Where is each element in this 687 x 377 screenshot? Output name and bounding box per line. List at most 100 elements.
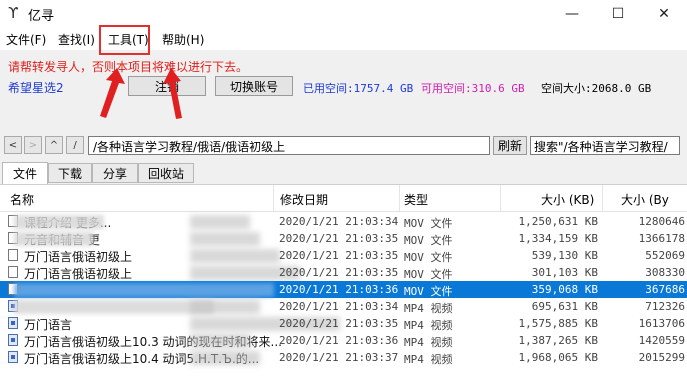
file-list: 名称 修改日期 类型 大小 (KB) 大小 (By 课程介绍 更多...2020…	[0, 184, 687, 377]
file-type: MOV 文件	[404, 268, 453, 281]
modified-date: 2020/1/21 21:03:35	[279, 266, 399, 279]
table-row[interactable]: 万门语言俄语初级上 2020/1/21 21:03:35 MOV 文件 539,130…	[0, 247, 687, 264]
file-type: MOV 文件	[404, 234, 453, 247]
used-space: 已用空间:1757.4 GB	[303, 82, 414, 95]
file-size-bytes: 712326	[645, 300, 685, 313]
file-name: 万门语言	[24, 318, 73, 332]
col-divider[interactable]	[602, 185, 603, 211]
menu-find[interactable]: 查找(I)	[58, 31, 95, 48]
path-input[interactable]: /各种语言学习教程/俄语/俄语初级上	[88, 136, 490, 155]
col-type[interactable]: 类型	[404, 191, 428, 208]
table-row[interactable]: 万门语言俄语初级上 2020/1/21 21:03:35 MOV 文件 301,103…	[0, 264, 687, 281]
arrow-right-icon	[163, 68, 182, 119]
window-title: 亿寻	[28, 9, 55, 24]
file-type: MP4 视频	[404, 302, 453, 315]
table-row[interactable]: 2020/1/21 21:03:36 MOV 文件 359,068 KB 367686	[0, 281, 687, 298]
account-name: 希望星选2	[8, 81, 64, 95]
search-input[interactable]: 搜索"/各种语言学习教程/	[530, 136, 680, 155]
navigation-bar: < > ^ / /各种语言学习教程/俄语/俄语初级上 刷新 搜索"/各种语言学习…	[0, 135, 687, 157]
tab-recycle-bin[interactable]: 回收站	[138, 163, 194, 183]
tab-bar: 文件 下载 分享 回收站	[0, 162, 687, 185]
up-button[interactable]: ^	[45, 136, 63, 154]
logo-icon: ϒ	[8, 4, 19, 22]
redaction-blur	[14, 283, 274, 297]
table-row[interactable]: 万门语言俄语初级上10.4 动词5.Н.Т.Ъ.的... 2020/1/21 21…	[0, 349, 687, 366]
redaction-blur	[14, 300, 214, 314]
menu-file[interactable]: 文件(F)	[6, 31, 46, 48]
file-size-bytes: 552069	[645, 249, 685, 262]
redaction-blur	[190, 334, 250, 348]
file-name: 万门语言俄语初级上	[24, 250, 133, 264]
col-size-bytes[interactable]: 大小 (By	[621, 191, 669, 208]
modified-date: 2020/1/21 21:03:36	[279, 334, 399, 347]
file-size-kb: 301,103 KB	[531, 266, 598, 279]
refresh-button[interactable]: 刷新	[493, 136, 527, 155]
col-size-kb[interactable]: 大小 (KB)	[541, 191, 594, 208]
file-type: MP4 视频	[404, 353, 453, 366]
total-space: 空间大小:2068.0 GB	[541, 82, 652, 95]
col-name[interactable]: 名称	[10, 191, 34, 208]
modified-date: 2020/1/21 21:03:35	[279, 249, 399, 262]
col-divider[interactable]	[273, 185, 274, 211]
col-divider[interactable]	[500, 185, 501, 211]
arrow-left-icon	[100, 68, 125, 118]
file-size-kb: 1,575,885 KB	[518, 317, 598, 330]
file-size-bytes: 1420559	[638, 334, 685, 347]
redaction-blur	[190, 215, 250, 229]
forward-button[interactable]: >	[24, 136, 42, 154]
file-type: MOV 文件	[404, 217, 453, 230]
redaction-blur	[190, 249, 280, 263]
list-header: 名称 修改日期 类型 大小 (KB) 大小 (By	[0, 185, 687, 212]
col-date[interactable]: 修改日期	[280, 191, 328, 208]
back-button[interactable]: <	[4, 136, 22, 154]
tab-downloads[interactable]: 下载	[48, 163, 92, 183]
menu-help[interactable]: 帮助(H)	[162, 31, 204, 48]
file-size-bytes: 2015299	[638, 351, 685, 364]
file-type: MP4 视频	[404, 319, 453, 332]
mov-file-icon	[8, 249, 18, 261]
file-size-bytes: 1613706	[638, 317, 685, 330]
file-size-kb: 1,968,065 KB	[518, 351, 598, 364]
mov-file-icon	[8, 266, 18, 278]
switch-account-button[interactable]: 切换账号	[215, 76, 293, 96]
file-size-bytes: 1280646	[638, 215, 685, 228]
redaction-blur	[14, 232, 94, 246]
file-size-kb: 695,631 KB	[531, 300, 598, 313]
modified-date: 2020/1/21 21:03:35	[279, 317, 399, 330]
arrow-annotations	[100, 68, 182, 119]
redaction-blur	[14, 215, 104, 229]
minimize-button[interactable]: —	[549, 0, 595, 28]
file-name: 万门语言俄语初级上	[24, 267, 133, 281]
file-size-bytes: 1366178	[638, 232, 685, 245]
mp4-file-icon	[8, 351, 18, 363]
tab-share[interactable]: 分享	[92, 163, 138, 183]
root-button[interactable]: /	[66, 136, 84, 154]
modified-date: 2020/1/21 21:03:35	[279, 232, 399, 245]
available-space: 可用空间:310.6 GB	[421, 82, 525, 95]
tab-files[interactable]: 文件	[2, 162, 48, 184]
maximize-button[interactable]: ☐	[595, 0, 641, 28]
redaction-blur	[190, 351, 260, 365]
file-type: MP4 视频	[404, 336, 453, 349]
table-row[interactable]: 元音和辅音 更2020/1/21 21:03:35MOV 文件1,334,159…	[0, 230, 687, 247]
table-row[interactable]: 万门语言 2020/1/21 21:03:35 MP4 视频 1,575,885 KB…	[0, 315, 687, 332]
modified-date: 2020/1/21 21:03:36	[279, 283, 399, 296]
close-button[interactable]: ✕	[641, 0, 687, 28]
mp4-file-icon	[8, 317, 18, 329]
redaction-blur	[190, 232, 260, 246]
modified-date: 2020/1/21 21:03:34	[279, 215, 399, 228]
col-divider[interactable]	[399, 185, 400, 211]
mp4-file-icon	[8, 334, 18, 346]
redaction-blur	[190, 300, 260, 314]
table-row[interactable]: 课程介绍 更多...2020/1/21 21:03:34MOV 文件1,250,…	[0, 213, 687, 230]
table-row[interactable]: 万门语言俄语初级上10.3 动词的现在时和将来... 2020/1/21 21:0…	[0, 332, 687, 349]
file-size-kb: 359,068 KB	[531, 283, 598, 296]
title-bar: ϒ 亿寻 — ☐ ✕	[0, 0, 687, 28]
file-type: MOV 文件	[404, 285, 453, 298]
table-row[interactable]: 2020/1/21 21:03:34 MP4 视频 695,631 KB 712326	[0, 298, 687, 315]
tools-highlight-box	[99, 25, 150, 55]
file-size-kb: 539,130 KB	[531, 249, 598, 262]
file-size-bytes: 367686	[645, 283, 685, 296]
modified-date: 2020/1/21 21:03:34	[279, 300, 399, 313]
modified-date: 2020/1/21 21:03:37	[279, 351, 399, 364]
